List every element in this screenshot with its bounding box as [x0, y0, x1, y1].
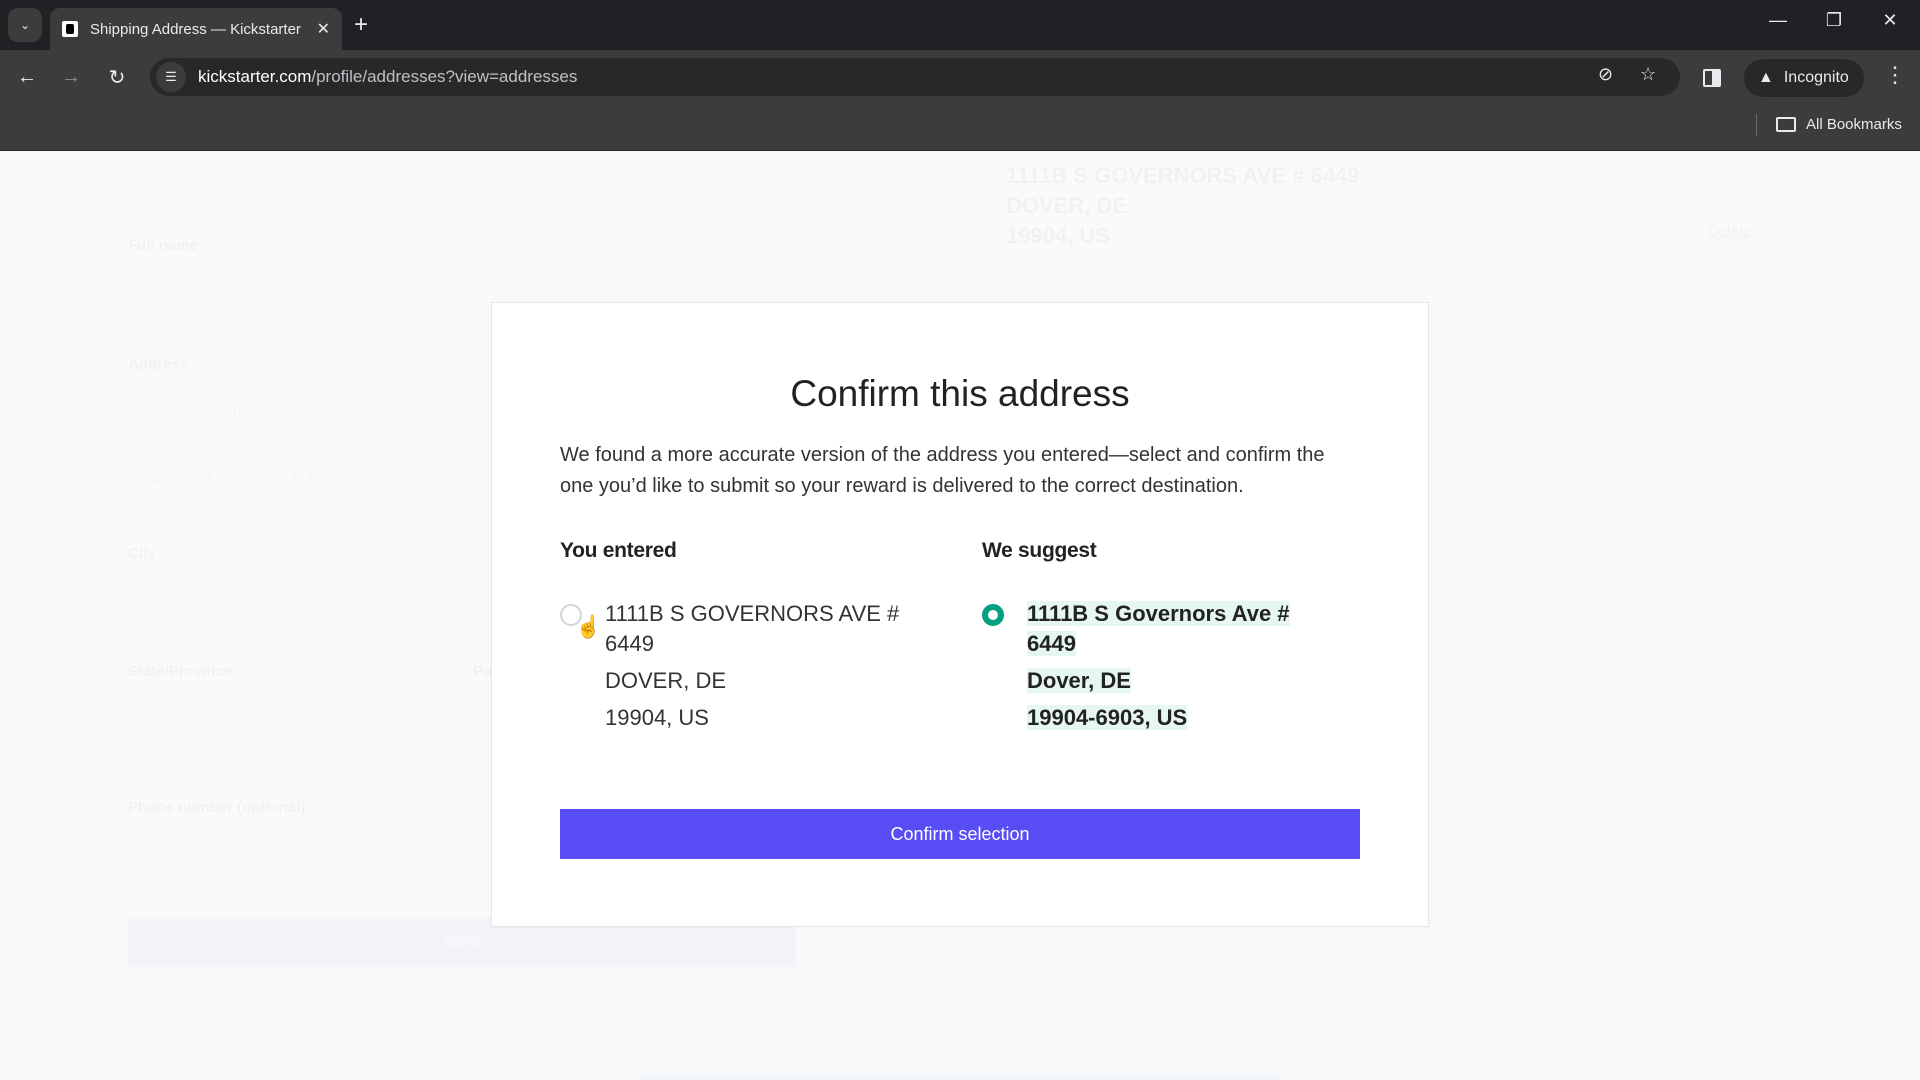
chevron-down-icon: ⌄: [19, 18, 31, 32]
back-button[interactable]: ←: [12, 62, 42, 92]
arrow-left-icon: ←: [17, 65, 37, 88]
browser-title-bar: ⌄ Shipping Address — Kickstarter ✕ + — ❐…: [0, 0, 1920, 50]
incognito-label: Incognito: [1783, 69, 1849, 86]
incognito-icon: ▲: [1758, 69, 1774, 86]
reload-icon: ↻: [108, 66, 126, 89]
confirm-address-modal: Confirm this address We found a more acc…: [491, 302, 1429, 927]
all-bookmarks-label: All Bookmarks: [1806, 116, 1902, 133]
close-tab-icon[interactable]: ✕: [317, 19, 330, 39]
star-icon[interactable]: ☆: [1640, 64, 1656, 85]
entered-heading: You entered: [560, 539, 677, 562]
entered-address-option[interactable]: 1111B S GOVERNORS AVE # 6449 DOVER, DE 1…: [560, 599, 920, 733]
entered-street: 1111B S GOVERNORS AVE # 6449: [605, 601, 900, 656]
url-text[interactable]: kickstarter.com/profile/addresses?view=a…: [198, 67, 577, 87]
bookmarks-bar: All Bookmarks: [0, 102, 1920, 151]
minimize-icon: —: [1769, 10, 1787, 30]
hand-cursor-icon: ☝: [576, 614, 602, 639]
bookmarks-divider: [1756, 114, 1757, 136]
tab-title: Shipping Address — Kickstarter: [90, 20, 301, 38]
entered-zip-country: 19904, US: [605, 705, 709, 730]
side-panel-icon[interactable]: [1703, 69, 1721, 87]
modal-title: Confirm this address: [790, 373, 1130, 414]
suggested-street: 1111B S Governors Ave # 6449: [1027, 601, 1290, 656]
entered-city-state: DOVER, DE: [605, 668, 727, 693]
modal-description: We found a more accurate version of the …: [560, 444, 1325, 497]
suggested-address-column: We suggest 1111B S Governors Ave # 6449 …: [982, 539, 1342, 733]
plus-icon: +: [354, 11, 369, 38]
arrow-right-icon: →: [61, 65, 81, 88]
close-icon: ✕: [1882, 10, 1898, 30]
suggested-address-option[interactable]: 1111B S Governors Ave # 6449 Dover, DE 1…: [982, 599, 1342, 733]
eye-off-icon[interactable]: ⊘: [1598, 64, 1613, 85]
site-info-icon[interactable]: ☰: [156, 62, 186, 92]
kickstarter-favicon-icon: [62, 21, 78, 37]
confirm-selection-button[interactable]: Confirm selection: [560, 809, 1360, 859]
browser-tab-active[interactable]: Shipping Address — Kickstarter ✕: [50, 8, 342, 50]
suggested-zip-country: 19904-6903, US: [1027, 705, 1188, 730]
new-tab-button[interactable]: +: [354, 12, 368, 38]
incognito-indicator[interactable]: ▲ Incognito: [1744, 59, 1864, 97]
entered-address-column: You entered 1111B S GOVERNORS AVE # 6449…: [560, 539, 920, 733]
restore-button[interactable]: ❐: [1814, 10, 1854, 31]
suggested-heading: We suggest: [982, 539, 1097, 562]
suggested-city-state: Dover, DE: [1027, 668, 1131, 693]
restore-icon: ❐: [1825, 10, 1843, 30]
browser-toolbar: ← → ↻ ☰ kickstarter.com/profile/addresse…: [0, 50, 1920, 102]
reload-button[interactable]: ↻: [102, 62, 132, 92]
forward-button[interactable]: →: [56, 62, 86, 92]
close-window-button[interactable]: ✕: [1870, 10, 1910, 31]
minimize-button[interactable]: —: [1758, 10, 1798, 31]
suggested-address-radio[interactable]: [982, 604, 1004, 626]
all-bookmarks-button[interactable]: All Bookmarks: [1776, 116, 1902, 133]
address-bar[interactable]: ☰ kickstarter.com/profile/addresses?view…: [150, 58, 1680, 96]
folder-icon: [1776, 117, 1796, 132]
tab-search-button[interactable]: ⌄: [8, 8, 42, 42]
kebab-menu-icon[interactable]: ⋮: [1884, 62, 1906, 88]
